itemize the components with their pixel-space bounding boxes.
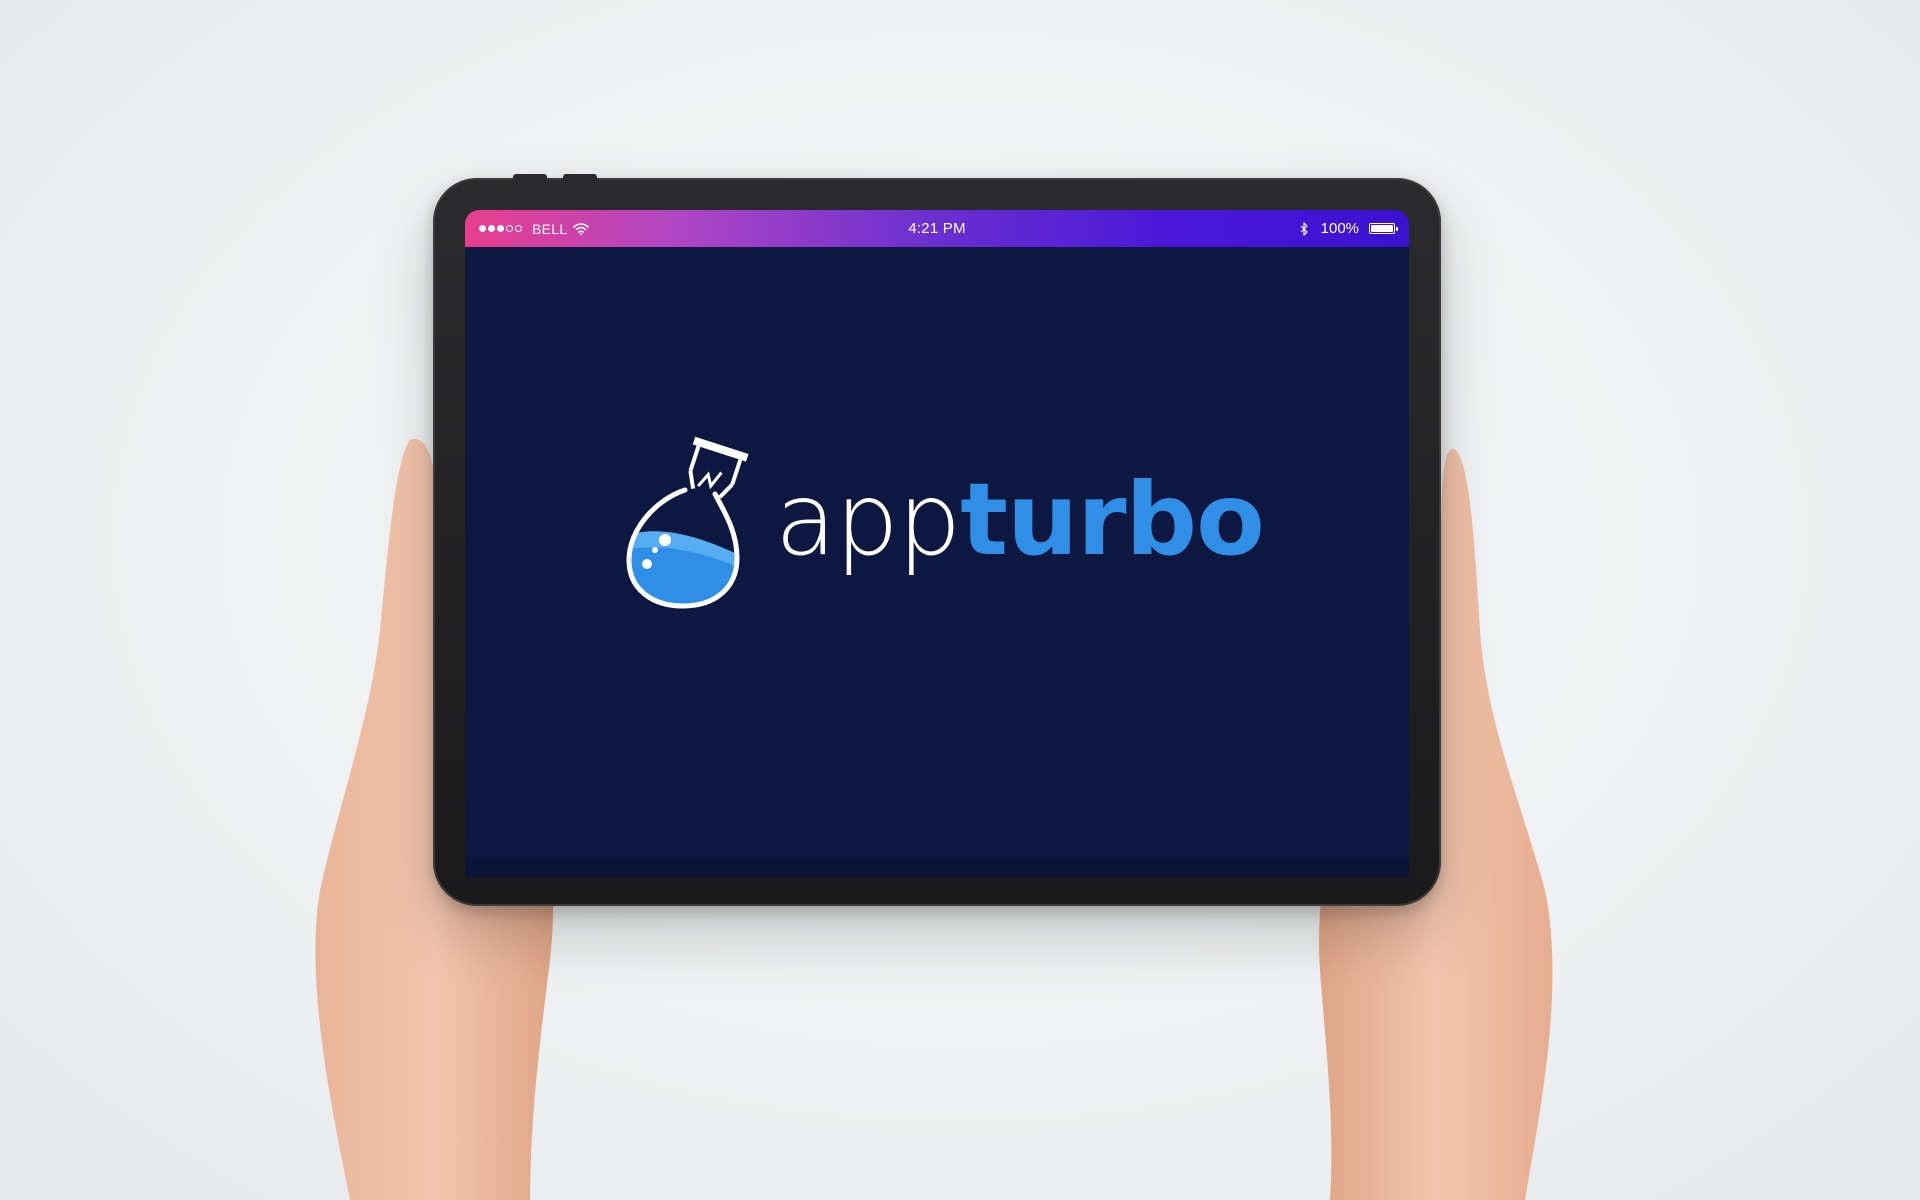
volume-button <box>513 174 547 180</box>
logo-word-turbo: turbo <box>960 461 1265 578</box>
tablet-screen: BELL 4:21 PM 100% appturbo <box>465 210 1409 877</box>
app-name: appturbo <box>775 470 1265 570</box>
battery-icon <box>1369 223 1399 234</box>
tablet-device: BELL 4:21 PM 100% appturbo <box>433 174 1441 906</box>
photo-scene: BELL 4:21 PM 100% appturbo <box>0 0 1920 1200</box>
signal-dots-icon <box>479 225 522 232</box>
flask-lightbulb-icon <box>626 436 749 609</box>
app-logo: appturbo <box>615 430 1295 610</box>
power-button <box>563 174 597 180</box>
battery-percent: 100% <box>1320 220 1360 237</box>
bluetooth-icon <box>1300 221 1308 236</box>
status-bar: BELL 4:21 PM 100% <box>465 210 1409 247</box>
wifi-icon <box>573 222 590 235</box>
carrier-label: BELL <box>532 220 568 237</box>
logo-word-app: app <box>775 461 961 578</box>
status-time: 4:21 PM <box>908 220 966 237</box>
screen-bottom-edge <box>465 857 1409 877</box>
